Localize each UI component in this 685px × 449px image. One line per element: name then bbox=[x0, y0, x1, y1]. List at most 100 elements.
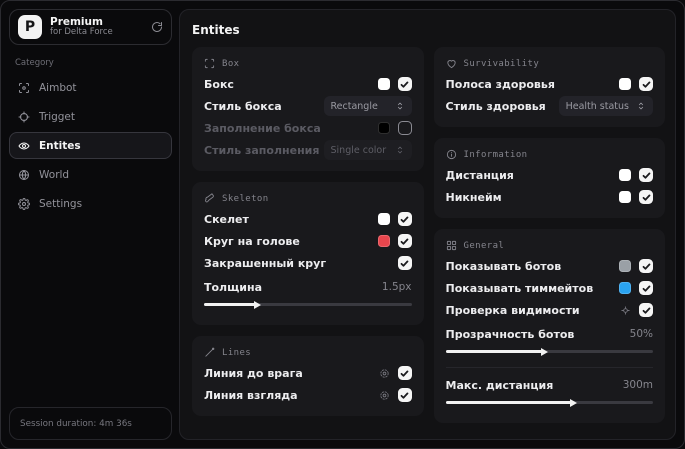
checkbox[interactable] bbox=[397, 77, 412, 91]
card-header: Lines bbox=[204, 347, 412, 358]
slider-track[interactable] bbox=[204, 300, 412, 309]
checkbox[interactable] bbox=[639, 303, 653, 317]
slider-value: 300m bbox=[622, 379, 653, 391]
gear-icon[interactable] bbox=[379, 368, 390, 379]
checkbox[interactable] bbox=[397, 212, 412, 226]
checkbox[interactable] bbox=[397, 366, 412, 380]
setting-controls bbox=[377, 77, 412, 91]
setting-controls bbox=[377, 121, 412, 135]
card-header-label: Lines bbox=[222, 347, 252, 358]
survivability-icon bbox=[446, 58, 457, 69]
category-label: Category bbox=[15, 58, 54, 68]
refresh-icon[interactable] bbox=[151, 21, 163, 33]
setting-controls bbox=[377, 234, 412, 248]
card-skeleton: Skeleton Скелет Круг на голове Закрашенный … bbox=[192, 182, 424, 325]
sidebar-item-trigget[interactable]: Trigget bbox=[9, 103, 172, 130]
setting-row: Никнейм bbox=[445, 186, 653, 208]
color-swatch[interactable] bbox=[619, 78, 631, 90]
page-title: Entites bbox=[192, 23, 240, 37]
color-swatch[interactable] bbox=[377, 78, 390, 90]
session-duration: Session duration: 4m 36s bbox=[9, 407, 172, 440]
checkbox[interactable] bbox=[639, 168, 653, 182]
checkbox[interactable] bbox=[639, 259, 653, 273]
setting-label: Скелет bbox=[204, 212, 249, 226]
checkbox[interactable] bbox=[397, 121, 412, 135]
color-swatch[interactable] bbox=[619, 191, 631, 203]
color-swatch[interactable] bbox=[619, 260, 631, 272]
card-header: Information bbox=[446, 149, 654, 160]
setting-controls bbox=[379, 388, 412, 402]
setting-label: Стиль заполнения bbox=[204, 143, 320, 157]
setting-label: Никнейм bbox=[445, 190, 502, 204]
color-swatch[interactable] bbox=[377, 213, 390, 225]
select-стиль-заполнения[interactable]: Single color bbox=[323, 140, 412, 160]
checkbox[interactable] bbox=[639, 190, 653, 204]
entities-icon bbox=[18, 140, 30, 152]
main-panel: Entites Box Бокс Стиль бокса Rectangle Запол… bbox=[179, 9, 676, 440]
slider-fill bbox=[204, 303, 256, 306]
setting-row: Стиль бокса Rectangle bbox=[204, 95, 412, 117]
slider-track[interactable] bbox=[445, 347, 653, 356]
sidebar-item-world[interactable]: World bbox=[9, 161, 172, 188]
select-стиль-здоровья[interactable]: Health status bbox=[558, 96, 653, 116]
slider-fill bbox=[445, 401, 573, 404]
setting-row: Бокс bbox=[204, 73, 412, 95]
sidebar: P Premium for Delta Force Category Aimbo… bbox=[9, 9, 172, 440]
setting-row: Дистанция bbox=[445, 164, 653, 186]
setting-row: Стиль здоровья Health status bbox=[445, 95, 653, 117]
sidebar-item-aimbot[interactable]: Aimbot bbox=[9, 74, 172, 101]
card-lines: Lines Линия до врага Линия взгляда bbox=[192, 336, 424, 416]
card-header-label: Box bbox=[222, 58, 240, 69]
select-стиль-бокса[interactable]: Rectangle bbox=[323, 96, 412, 116]
setting-label: Линия взгляда bbox=[204, 388, 298, 402]
setting-label: Стиль здоровья bbox=[445, 99, 546, 113]
visibility-icon[interactable] bbox=[620, 305, 631, 316]
checkbox[interactable] bbox=[639, 77, 653, 91]
setting-row: Стиль заполнения Single color bbox=[204, 139, 412, 161]
sidebar-item-settings[interactable]: Settings bbox=[9, 190, 172, 217]
chevrons-up-down-icon bbox=[636, 101, 646, 111]
slider-track[interactable] bbox=[445, 398, 653, 407]
card-header-label: General bbox=[463, 240, 505, 251]
setting-label: Прозрачность ботов bbox=[445, 327, 575, 341]
checkbox[interactable] bbox=[639, 281, 653, 295]
checkbox[interactable] bbox=[397, 388, 412, 402]
setting-row: Линия взгляда bbox=[204, 384, 412, 406]
column-2: Survivability Полоса здоровья Стиль здоров… bbox=[433, 47, 665, 423]
color-swatch[interactable] bbox=[377, 122, 390, 134]
gear-icon[interactable] bbox=[379, 390, 390, 401]
setting-label: Круг на голове bbox=[204, 234, 300, 248]
color-swatch[interactable] bbox=[619, 169, 631, 181]
setting-controls bbox=[619, 168, 653, 182]
card-header: Box bbox=[204, 58, 412, 69]
setting-row: Полоса здоровья bbox=[446, 73, 653, 95]
setting-controls bbox=[620, 303, 653, 317]
brand-card: P Premium for Delta Force bbox=[9, 9, 172, 45]
sidebar-item-label: Trigget bbox=[39, 110, 76, 123]
sidebar-item-label: Settings bbox=[39, 197, 83, 210]
sidebar-item-entites[interactable]: Entites bbox=[9, 132, 172, 159]
column-1: Box Бокс Стиль бокса Rectangle Заполнение бо… bbox=[192, 47, 424, 416]
color-swatch[interactable] bbox=[619, 282, 631, 294]
slider-handle[interactable] bbox=[541, 347, 549, 356]
setting-row: Скелет bbox=[204, 208, 412, 230]
slider-handle[interactable] bbox=[253, 300, 261, 309]
sidebar-nav: Aimbot Trigget Entites World Settings bbox=[9, 74, 172, 217]
slider-row: Макс. дистанция 300m bbox=[445, 375, 653, 409]
slider-row: Толщина 1.5px bbox=[204, 277, 412, 311]
checkbox[interactable] bbox=[397, 234, 412, 248]
setting-label: Дистанция bbox=[445, 168, 514, 182]
setting-controls bbox=[619, 259, 653, 273]
slider-handle[interactable] bbox=[570, 398, 578, 407]
setting-controls bbox=[377, 212, 412, 226]
setting-row: Проверка видимости bbox=[446, 299, 653, 321]
setting-controls: Health status bbox=[558, 96, 653, 116]
setting-controls bbox=[619, 190, 653, 204]
slider-value: 50% bbox=[629, 328, 653, 340]
brand-logo: P bbox=[18, 15, 42, 39]
color-swatch[interactable] bbox=[377, 235, 390, 247]
setting-label: Макс. дистанция bbox=[445, 378, 554, 392]
card-general: General Показывать ботов Показывать тиммей… bbox=[433, 229, 665, 423]
setting-label: Толщина bbox=[204, 280, 263, 294]
checkbox[interactable] bbox=[397, 256, 412, 270]
